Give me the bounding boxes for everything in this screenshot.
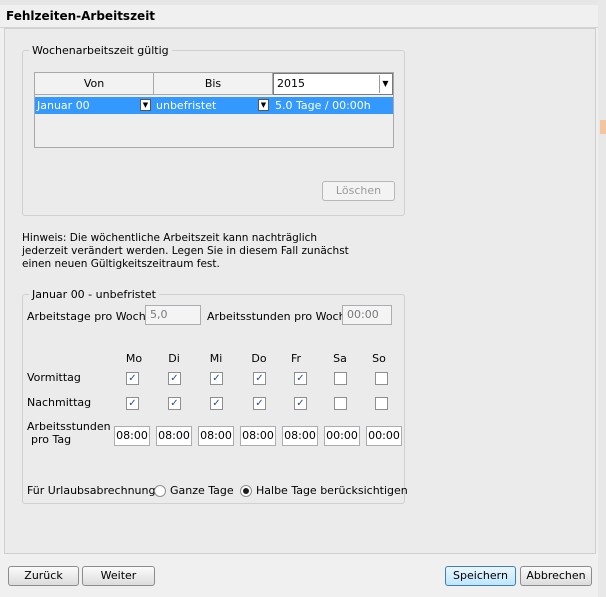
afternoon-checkbox-so[interactable]: [375, 397, 388, 410]
day-header-mi: Mi: [209, 352, 223, 365]
afternoon-label: Nachmittag: [27, 396, 92, 409]
year-value: 2015: [277, 77, 305, 90]
window-title: Fehlzeiten-Arbeitszeit: [6, 9, 156, 23]
morning-checkbox-fr[interactable]: ✓: [294, 372, 307, 385]
validity-grid[interactable]: Von Bis 2015 ▼ Januar 00 ▼ unbefristet ▼…: [34, 72, 394, 148]
next-button[interactable]: Weiter: [82, 566, 155, 586]
row-von-cell[interactable]: Januar 00 ▼: [35, 97, 154, 114]
workdays-label: Arbeitstage pro Woche: [27, 310, 153, 323]
cancel-button[interactable]: Abbrechen: [520, 566, 592, 586]
back-button[interactable]: Zurück: [8, 566, 79, 586]
save-button[interactable]: Speichern: [445, 566, 516, 586]
morning-checkbox-so[interactable]: [375, 372, 388, 385]
delete-button[interactable]: Löschen: [322, 181, 395, 201]
morning-checkbox-sa[interactable]: [334, 372, 347, 385]
afternoon-checkbox-di[interactable]: ✓: [168, 397, 181, 410]
day-header-di: Di: [168, 352, 180, 365]
chevron-down-icon[interactable]: ▼: [258, 99, 269, 111]
row-value-cell[interactable]: 5.0 Tage / 00:00h: [273, 97, 393, 114]
morning-checkbox-mo[interactable]: ✓: [126, 372, 139, 385]
workdays-field[interactable]: 5,0: [145, 305, 201, 325]
title-bar: Fehlzeiten-Arbeitszeit: [0, 5, 606, 28]
afternoon-checkbox-mo[interactable]: ✓: [126, 397, 139, 410]
hours-field-mo[interactable]: 08:00: [114, 426, 150, 446]
afternoon-checkbox-fr[interactable]: ✓: [294, 397, 307, 410]
table-row[interactable]: Januar 00 ▼ unbefristet ▼ 5.0 Tage / 00:…: [35, 97, 393, 114]
day-header-sa: Sa: [333, 352, 347, 365]
window-edge: [598, 0, 606, 597]
hours-field-mi[interactable]: 08:00: [198, 426, 234, 446]
afternoon-checkbox-do[interactable]: ✓: [253, 397, 266, 410]
morning-checkbox-di[interactable]: ✓: [168, 372, 181, 385]
vacation-label: Für Urlaubsabrechnung:: [27, 484, 160, 497]
afternoon-checkbox-mi[interactable]: ✓: [210, 397, 223, 410]
hint-text: Hinweis: Die wöchentliche Arbeitszeit ka…: [22, 232, 349, 270]
workhours-field[interactable]: 00:00: [342, 305, 392, 325]
hours-label-line2: pro Tag: [31, 433, 72, 446]
day-header-mo: Mo: [125, 352, 143, 365]
day-header-do: Do: [251, 352, 267, 365]
hours-field-so[interactable]: 00:00: [366, 426, 402, 446]
hours-field-fr[interactable]: 08:00: [282, 426, 318, 446]
radio-half-days-label[interactable]: Halbe Tage berücksichtigen: [256, 484, 408, 497]
chevron-down-icon[interactable]: ▼: [379, 75, 391, 93]
morning-checkbox-mi[interactable]: ✓: [210, 372, 223, 385]
morning-label: Vormittag: [27, 371, 81, 384]
workhours-label: Arbeitsstunden pro Woche: [207, 310, 353, 323]
year-select[interactable]: 2015 ▼: [273, 73, 393, 95]
period-legend: Januar 00 - unbefristet: [32, 288, 156, 301]
day-header-so: So: [372, 352, 386, 365]
afternoon-checkbox-sa[interactable]: [334, 397, 347, 410]
radio-full-days[interactable]: [154, 485, 166, 497]
row-bis-cell[interactable]: unbefristet ▼: [154, 97, 273, 114]
chevron-down-icon[interactable]: ▼: [140, 99, 151, 111]
morning-checkbox-do[interactable]: ✓: [253, 372, 266, 385]
hours-field-di[interactable]: 08:00: [156, 426, 192, 446]
column-header-bis[interactable]: Bis: [154, 73, 273, 95]
hours-field-sa[interactable]: 00:00: [324, 426, 360, 446]
column-header-von[interactable]: Von: [35, 73, 154, 95]
validity-legend: Wochenarbeitszeit gültig: [32, 44, 169, 57]
day-header-fr: Fr: [290, 352, 302, 365]
radio-full-days-label[interactable]: Ganze Tage: [170, 484, 234, 497]
hours-field-do[interactable]: 08:00: [240, 426, 276, 446]
radio-half-days[interactable]: [240, 485, 252, 497]
hours-label-line1: Arbeitsstunden: [27, 420, 111, 433]
